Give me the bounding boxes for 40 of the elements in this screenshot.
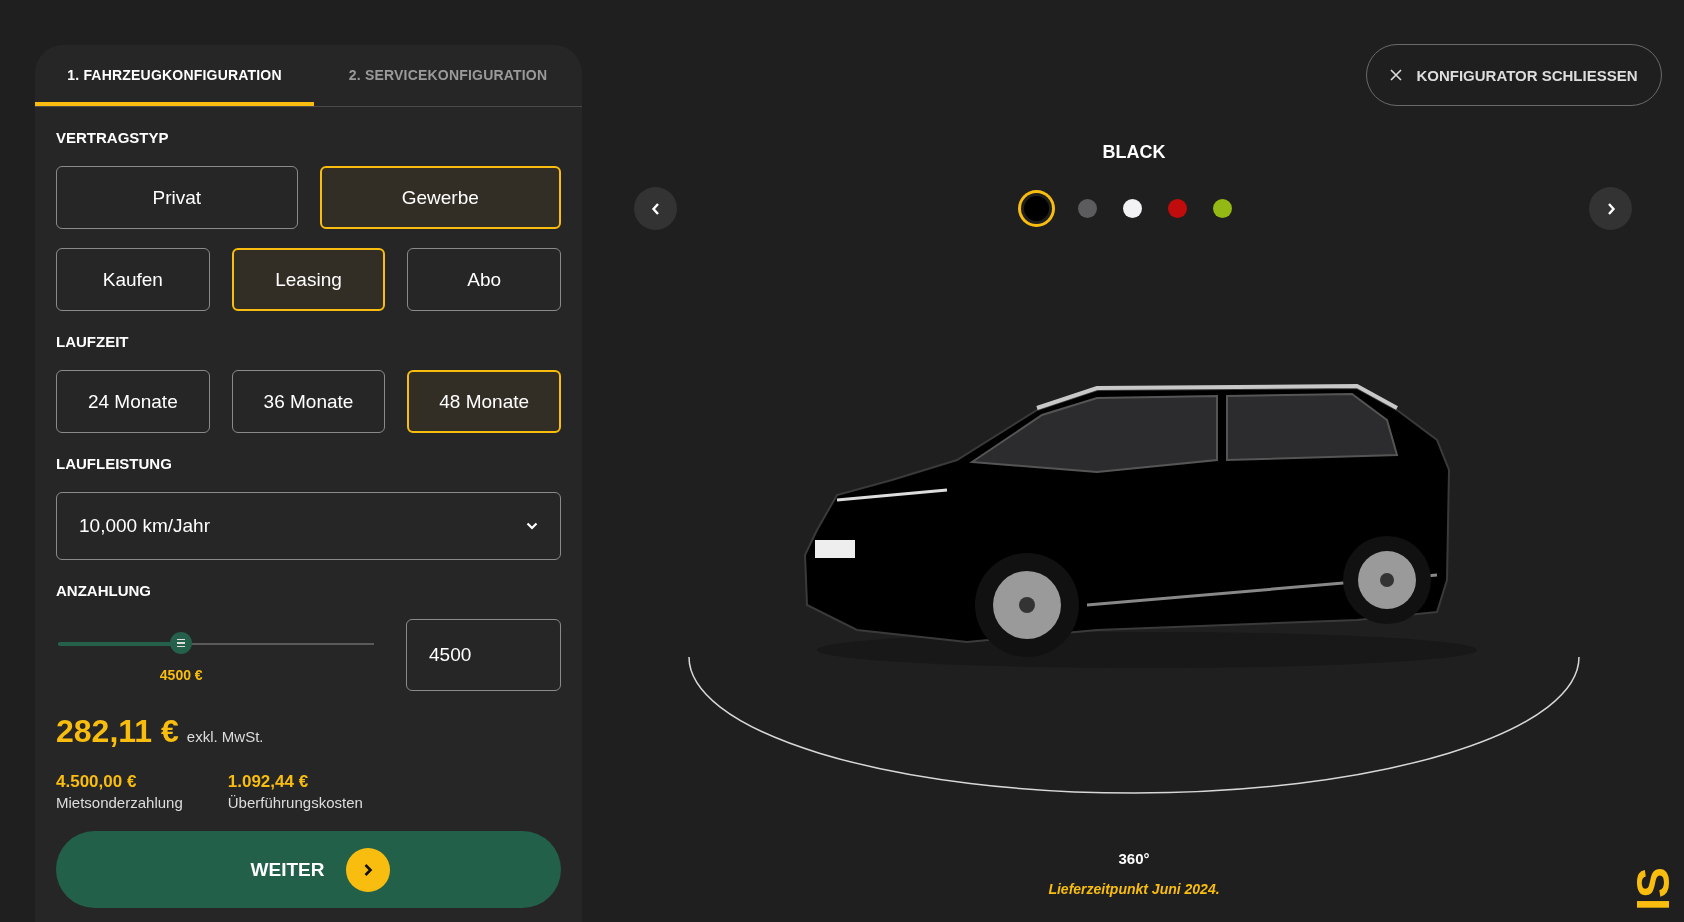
option-button[interactable]: Abo: [407, 248, 561, 311]
cost-amount: 4.500,00 €: [56, 772, 138, 792]
color-swatch[interactable]: [1078, 199, 1097, 218]
next-arrow-button[interactable]: [1589, 187, 1632, 230]
color-name: BLACK: [1102, 142, 1166, 163]
delivery-note: Lieferzeitpunkt Juni 2024.: [1048, 881, 1220, 897]
tax-note: exkl. MwSt.: [186, 728, 264, 745]
option-button[interactable]: Leasing: [231, 248, 386, 311]
color-swatch[interactable]: [1213, 199, 1232, 218]
chevron-right-icon: [1605, 201, 1616, 216]
cost-amount: 1.092,44 €: [227, 772, 310, 792]
step-tab[interactable]: 1. FAHRZEUGKONFIGURATION: [35, 45, 314, 106]
option-button[interactable]: 36 Monate: [231, 370, 386, 433]
color-swatch[interactable]: [1123, 199, 1142, 218]
section-heading: LAUFLEISTUNG: [56, 455, 173, 472]
option-button[interactable]: Kaufen: [56, 248, 210, 311]
option-button[interactable]: Gewerbe: [319, 166, 561, 229]
rotate-view-label[interactable]: 360°: [1118, 850, 1150, 867]
cost-label: Mietsonderzahlung: [56, 794, 183, 811]
slider-thumb[interactable]: [170, 632, 193, 654]
previous-button[interactable]: [634, 187, 677, 230]
option-button[interactable]: 48 Monate: [407, 370, 561, 433]
cost-label: Überführungskosten: [227, 794, 363, 811]
brand-logo: IS: [1629, 867, 1676, 911]
option-button[interactable]: 24 Monate: [56, 370, 210, 433]
option-button[interactable]: Privat: [56, 166, 298, 229]
chevron-left-icon: [650, 201, 661, 216]
chevron-right-icon: [346, 847, 391, 892]
color-swatch[interactable]: [1168, 199, 1187, 218]
monthly-price: 282,11 €: [56, 713, 179, 750]
step-tab[interactable]: 2. SERVICEKONFIGURATION: [314, 45, 582, 106]
close-icon: [1390, 69, 1403, 81]
slider-value: 4500 €: [159, 667, 203, 683]
down-payment-field[interactable]: 4500: [406, 619, 561, 691]
chevron-down-icon: [526, 522, 538, 530]
next-button[interactable]: WEITER: [56, 831, 561, 908]
section-heading: LAUFZEIT: [56, 333, 130, 350]
mileage-dropdown[interactable]: 10,000 km/Jahr: [56, 492, 561, 560]
section-heading: VERTRAGSTYP: [56, 129, 170, 146]
section-heading: ANZAHLUNG: [56, 582, 152, 599]
